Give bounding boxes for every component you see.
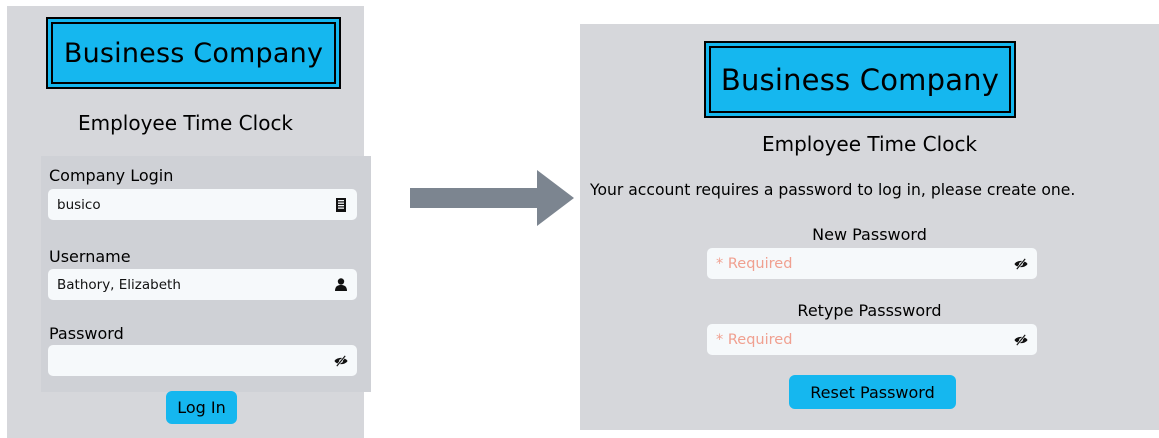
retype-password-placeholder: * Required (716, 331, 793, 348)
login-button[interactable]: Log In (166, 391, 237, 424)
arrow-right-icon (410, 170, 574, 226)
new-password-placeholder: * Required (716, 255, 793, 272)
username-field[interactable]: Bathory, Elizabeth (48, 269, 357, 300)
login-form: Company Login busico Username Bathory, E… (41, 156, 371, 392)
password-required-message: Your account requires a password to log … (590, 181, 1076, 199)
building-icon (334, 197, 348, 212)
page-title: Employee Time Clock (77, 111, 294, 135)
eye-slash-icon[interactable] (1014, 257, 1028, 271)
new-password-field[interactable]: * Required (707, 248, 1037, 279)
company-login-label: Company Login (49, 166, 174, 185)
reset-password-button[interactable]: Reset Password (789, 375, 956, 409)
eye-slash-icon[interactable] (1014, 333, 1028, 347)
eye-slash-icon[interactable] (334, 354, 348, 368)
login-panel: Business Company Employee Time Clock Com… (7, 6, 371, 438)
page-title: Employee Time Clock (761, 132, 978, 156)
retype-password-label: Retype Passsword (797, 301, 942, 320)
company-logo-text: Business Company (51, 22, 336, 84)
password-reset-panel: Business Company Employee Time Clock You… (580, 24, 1159, 430)
company-login-field[interactable]: busico (48, 189, 357, 220)
company-login-value: busico (57, 196, 101, 213)
username-value: Bathory, Elizabeth (57, 276, 181, 293)
company-logo: Business Company (704, 41, 1016, 118)
password-field[interactable] (48, 345, 357, 376)
password-label: Password (49, 324, 124, 343)
username-label: Username (49, 247, 131, 266)
company-logo-text: Business Company (709, 46, 1011, 113)
retype-password-field[interactable]: * Required (707, 324, 1037, 355)
new-password-label: New Password (812, 225, 927, 244)
company-logo: Business Company (46, 17, 341, 89)
user-icon (334, 278, 348, 292)
